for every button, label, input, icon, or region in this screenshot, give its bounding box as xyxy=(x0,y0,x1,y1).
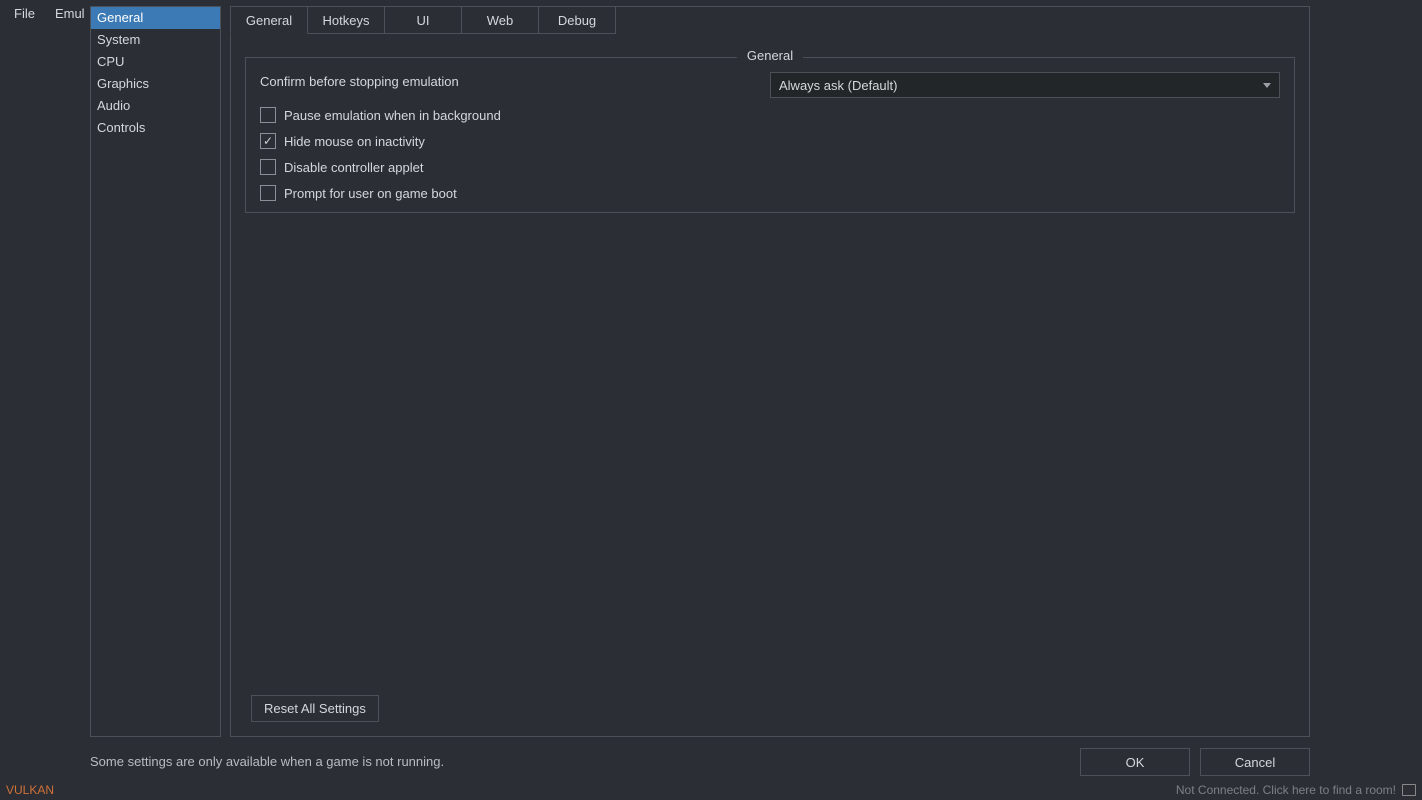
tab-bar: General Hotkeys UI Web Debug xyxy=(230,6,615,34)
cancel-button[interactable]: Cancel xyxy=(1200,748,1310,776)
room-icon xyxy=(1402,784,1416,796)
check-pause-background[interactable]: Pause emulation when in background xyxy=(260,102,1280,128)
sidebar-item-graphics[interactable]: Graphics xyxy=(91,73,220,95)
sidebar-item-cpu[interactable]: CPU xyxy=(91,51,220,73)
groupbox-general: General Confirm before stopping emulatio… xyxy=(245,57,1295,213)
reset-all-settings-button[interactable]: Reset All Settings xyxy=(251,695,379,722)
menu-file[interactable]: File xyxy=(4,2,45,25)
ok-button[interactable]: OK xyxy=(1080,748,1190,776)
tab-general[interactable]: General xyxy=(230,6,308,34)
check-prompt-user-boot[interactable]: Prompt for user on game boot xyxy=(260,180,1280,206)
check-label: Prompt for user on game boot xyxy=(284,186,457,201)
confirm-stop-value: Always ask (Default) xyxy=(779,78,897,93)
check-disable-controller-applet[interactable]: Disable controller applet xyxy=(260,154,1280,180)
sidebar-item-audio[interactable]: Audio xyxy=(91,95,220,117)
status-room[interactable]: Not Connected. Click here to find a room… xyxy=(1176,783,1416,797)
tab-debug[interactable]: Debug xyxy=(538,6,616,34)
sidebar-item-system[interactable]: System xyxy=(91,29,220,51)
chevron-down-icon xyxy=(1263,83,1271,88)
settings-content: General Hotkeys UI Web Debug General Con… xyxy=(230,6,1310,737)
tab-web[interactable]: Web xyxy=(461,6,539,34)
tab-ui[interactable]: UI xyxy=(384,6,462,34)
sidebar-item-general[interactable]: General xyxy=(91,7,220,29)
statusbar: VULKAN Not Connected. Click here to find… xyxy=(0,780,1422,800)
checkbox-icon: ✓ xyxy=(260,133,276,149)
settings-sidebar: General System CPU Graphics Audio Contro… xyxy=(90,6,221,737)
menu-emul[interactable]: Emul xyxy=(45,2,95,25)
groupbox-title: General xyxy=(737,48,803,63)
check-label: Disable controller applet xyxy=(284,160,423,175)
check-label: Pause emulation when in background xyxy=(284,108,501,123)
checkbox-icon xyxy=(260,185,276,201)
checkbox-icon xyxy=(260,159,276,175)
status-renderer[interactable]: VULKAN xyxy=(6,783,54,797)
tab-hotkeys[interactable]: Hotkeys xyxy=(307,6,385,34)
footer-note: Some settings are only available when a … xyxy=(90,754,444,769)
sidebar-item-controls[interactable]: Controls xyxy=(91,117,220,139)
check-hide-mouse[interactable]: ✓ Hide mouse on inactivity xyxy=(260,128,1280,154)
settings-dialog: General System CPU Graphics Audio Contro… xyxy=(90,6,1312,782)
check-label: Hide mouse on inactivity xyxy=(284,134,425,149)
menubar: File Emul xyxy=(0,0,99,26)
checkbox-icon xyxy=(260,107,276,123)
confirm-stop-select[interactable]: Always ask (Default) xyxy=(770,72,1280,98)
